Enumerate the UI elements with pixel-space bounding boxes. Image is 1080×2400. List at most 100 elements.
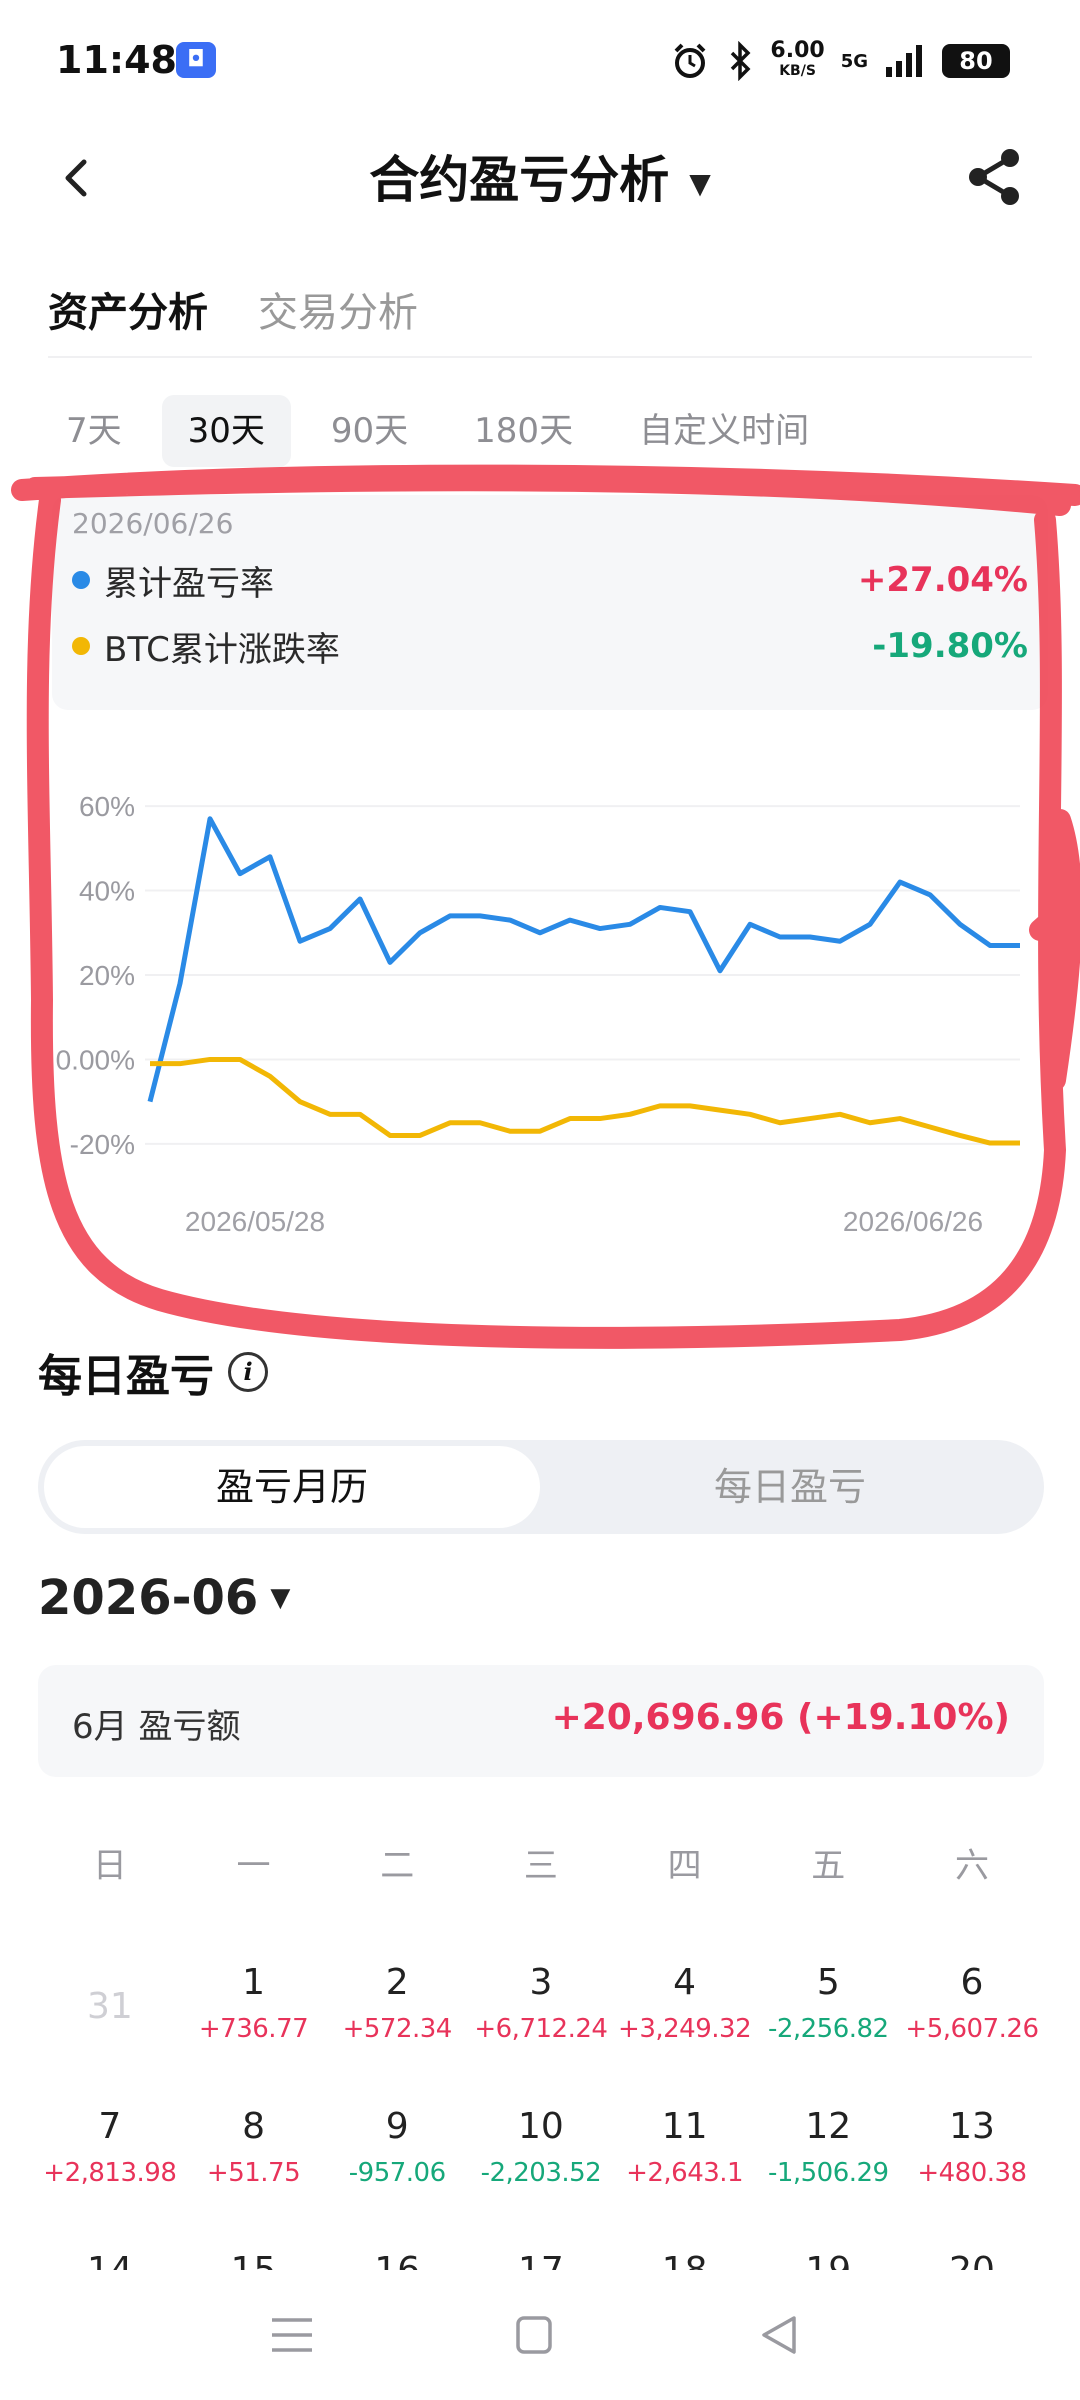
calendar-day-pnl: -2,256.82: [767, 2014, 889, 2044]
calendar-day-cell[interactable]: 7 +2,813.98: [38, 2104, 182, 2248]
calendar-day-number: 11: [661, 2106, 708, 2147]
period-90d[interactable]: 90天: [305, 395, 434, 467]
weekday-label: 五: [811, 1846, 846, 1886]
calendar-day-number: 20: [949, 2250, 995, 2272]
tab-trade-analysis[interactable]: 交易分析: [258, 280, 418, 338]
calendar-day-number: 8: [242, 2106, 265, 2147]
calendar-day-pnl: +6,712.24: [474, 2014, 608, 2044]
month-picker[interactable]: 2026-06 ▼: [38, 1570, 290, 1626]
weekday-label: 六: [954, 1846, 989, 1886]
battery-indicator: 80: [942, 44, 1010, 78]
calendar-day-number: 12: [805, 2106, 852, 2147]
segment-pnl-calendar[interactable]: 盈亏月历: [44, 1446, 540, 1528]
signal-icon: [886, 45, 922, 77]
y-tick-label: 40%: [79, 876, 135, 907]
calendar-week-row: 31 1 +736.77 2 +572.34 3 +6,712.24 4 +3,249.32 5 -…: [38, 1960, 1044, 2104]
calendar-day-cell[interactable]: 1 +736.77: [182, 1960, 326, 2104]
calendar-day-cell[interactable]: 9 -957.06: [325, 2104, 469, 2248]
period-7d[interactable]: 7天: [40, 395, 148, 467]
calendar-day-number: 31: [86, 1986, 133, 2027]
calendar-day-pnl: +2,813.98: [43, 2158, 177, 2188]
calendar-day-cell[interactable]: 31: [38, 1960, 182, 2104]
pnl-calendar: 31 1 +736.77 2 +572.34 3 +6,712.24 4 +3,249.32 5 -…: [38, 1960, 1044, 2248]
page-title[interactable]: 合约盈亏分析 ▼: [0, 140, 1080, 212]
calendar-day-number: 4: [673, 1962, 697, 2003]
calendar-day-pnl: +51.75: [206, 2158, 301, 2188]
y-tick-label: -20%: [70, 1129, 135, 1160]
status-time: 11:48: [56, 38, 177, 82]
month-summary-value: +20,696.96 (+19.10%): [551, 1697, 1010, 1738]
calendar-day-cell[interactable]: 2 +572.34: [325, 1960, 469, 2104]
home-icon[interactable]: [504, 2310, 564, 2360]
daily-pnl-title: 每日盈亏 i: [38, 1340, 268, 1404]
period-selector: 7天 30天 90天 180天 自定义时间: [40, 395, 835, 467]
calendar-day-pnl: -1,506.29: [767, 2158, 889, 2188]
app-notification-icon: ◘: [176, 42, 216, 78]
period-custom[interactable]: 自定义时间: [613, 395, 835, 467]
back-icon[interactable]: [750, 2310, 810, 2360]
weekday-label: 二: [380, 1846, 415, 1886]
status-icons: 6.00 KB/S 5G 80: [670, 36, 1010, 86]
calendar-day-pnl: +572.34: [342, 2014, 453, 2044]
x-axis-start-label: 2026/05/28: [185, 1206, 325, 1237]
month-value: 2026-06: [38, 1570, 259, 1626]
bluetooth-icon: [731, 41, 751, 81]
legend-value: -19.80%: [872, 626, 1028, 666]
calendar-day-number: 3: [529, 1962, 553, 2003]
calendar-day-pnl: +480.38: [917, 2158, 1027, 2188]
calendar-day-cell[interactable]: 8 +51.75: [182, 2104, 326, 2248]
month-summary: 6月 盈亏额 +20,696.96 (+19.10%): [38, 1665, 1044, 1777]
calendar-day-number: 7: [98, 2106, 122, 2147]
calendar-day-cell[interactable]: 13 +480.38: [900, 2104, 1044, 2248]
weekday-header: 日 一 二 三 四 五 六: [38, 1838, 1044, 1887]
calendar-day-cell[interactable]: 3 +6,712.24: [469, 1960, 613, 2104]
series-line-btc-rate: [150, 1056, 1020, 1146]
weekday-label: 三: [523, 1846, 558, 1886]
pnl-chart[interactable]: 60% 40% 20% 0.00% -20% 2026/05/28 2026/06/26: [40, 745, 1050, 1245]
tab-asset-analysis[interactable]: 资产分析: [48, 280, 208, 338]
pnl-chart-svg: 60% 40% 20% 0.00% -20% 2026/05/28 2026/06/26: [56, 791, 1020, 1237]
calendar-day-cell[interactable]: 12 -1,506.29: [756, 2104, 900, 2248]
calendar-day-cell[interactable]: 11 +2,643.1: [613, 2104, 757, 2248]
calendar-day-pnl: +5,607.26: [905, 2014, 1039, 2044]
dropdown-caret-icon[interactable]: ▼: [689, 167, 711, 200]
calendar-day-number: 10: [518, 2106, 564, 2147]
system-nav-bar: [0, 2270, 1080, 2400]
calendar-day-number: 16: [374, 2250, 421, 2272]
calendar-day-number: 18: [661, 2250, 708, 2272]
month-dropdown-icon: ▼: [270, 1583, 291, 1613]
calendar-day-pnl: +736.77: [198, 2014, 309, 2044]
legend-dot-blue: [72, 571, 90, 589]
period-30d[interactable]: 30天: [161, 395, 291, 467]
calendar-day-pnl: +2,643.1: [626, 2158, 744, 2188]
legend-label: 累计盈亏率: [104, 563, 274, 604]
legend-value: +27.04%: [857, 560, 1028, 600]
calendar-day-cell[interactable]: 5 -2,256.82: [756, 1960, 900, 2104]
calendar-day-cell[interactable]: 10 -2,203.52: [469, 2104, 613, 2248]
status-bar: 11:48 ◘ 6.00 KB/S 5G 80: [0, 0, 1080, 120]
daily-pnl-title-text: 每日盈亏: [38, 1351, 214, 1402]
calendar-partial-row: 14 15 16 17 18 19 20: [38, 2248, 1044, 2272]
y-tick-label: 60%: [79, 791, 135, 822]
segment-daily-pnl[interactable]: 每日盈亏: [542, 1446, 1038, 1528]
daily-view-segment: 盈亏月历 每日盈亏: [38, 1440, 1044, 1534]
legend-row-pnl: 累计盈亏率 +27.04%: [72, 555, 1028, 605]
calendar-day-pnl: +3,249.32: [618, 2014, 752, 2044]
header: 合约盈亏分析 ▼: [0, 120, 1080, 230]
calendar-day-cell[interactable]: 4 +3,249.32: [613, 1960, 757, 2104]
calendar-day-cell[interactable]: 6 +5,607.26: [900, 1960, 1044, 2104]
share-icon[interactable]: [960, 142, 1030, 212]
selected-date: 2026/06/26: [72, 507, 234, 540]
tab-divider: [48, 356, 1032, 358]
calendar-day-number: 17: [518, 2250, 564, 2272]
calendar-day-pnl: -957.06: [348, 2158, 446, 2188]
info-icon[interactable]: i: [228, 1352, 268, 1392]
calendar-day-number: 1: [242, 1962, 265, 2003]
calendar-day-number: 14: [86, 2250, 133, 2272]
network-speed: 6.00 KB/S: [770, 38, 825, 80]
menu-icon[interactable]: [262, 2310, 322, 2360]
period-180d[interactable]: 180天: [448, 395, 599, 467]
y-tick-label: 20%: [79, 960, 135, 991]
legend-dot-yellow: [72, 637, 90, 655]
calendar-day-number: 19: [805, 2250, 852, 2272]
